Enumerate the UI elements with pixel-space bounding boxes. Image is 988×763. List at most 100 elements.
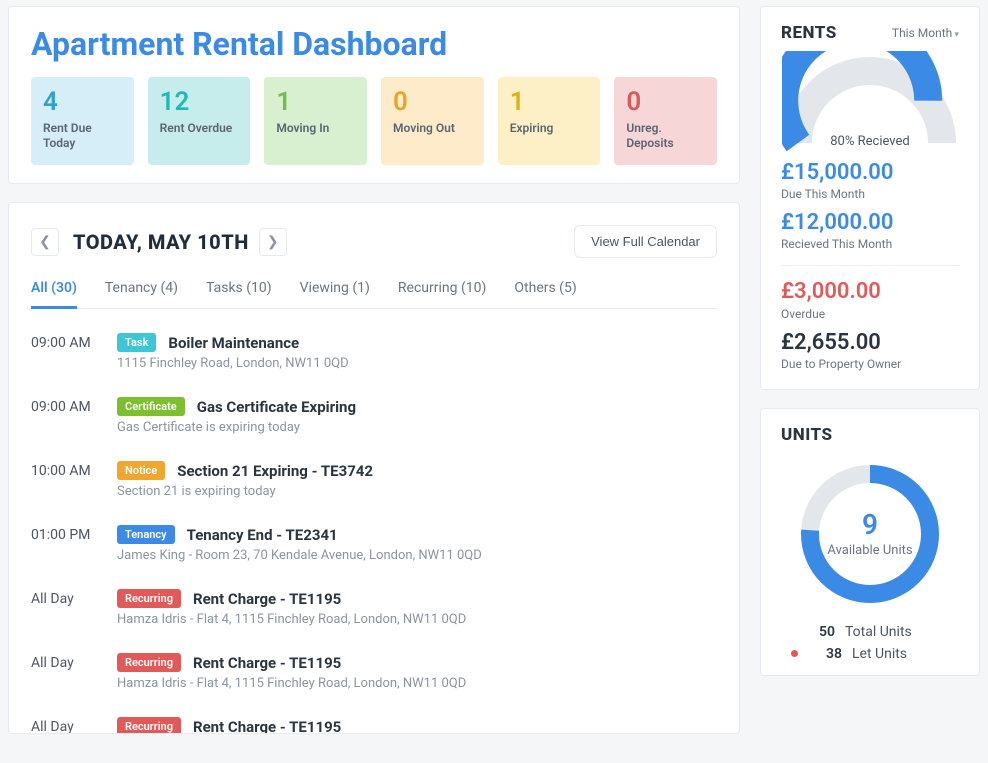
rents-metric-value: £3,000.00 — [781, 280, 959, 304]
event-subtitle: Gas Certificate is expiring today — [117, 420, 709, 435]
event-subtitle: Section 21 is expiring today — [117, 484, 709, 499]
rents-gauge: 80% Recieved — [782, 51, 958, 151]
units-stat-row: 50 Total Units — [781, 621, 959, 643]
calendar-date-title: TODAY, MAY 10TH — [73, 230, 249, 254]
calendar-tab[interactable]: All (30) — [31, 270, 77, 309]
rents-title: RENTS — [781, 23, 837, 43]
event-title: Section 21 Expiring - TE3742 — [177, 462, 373, 480]
calendar-tab[interactable]: Viewing (1) — [300, 270, 370, 309]
calendar-event[interactable]: 09:00 AMTask Boiler Maintenance 1115 Finch… — [31, 323, 709, 387]
event-time: 10:00 AM — [31, 461, 117, 499]
event-time: 09:00 AM — [31, 333, 117, 371]
rents-metric-label: Due to Property Owner — [781, 357, 959, 371]
rents-gauge-label: 80% Recieved — [782, 134, 958, 149]
prev-day-button[interactable]: ❮ — [31, 228, 59, 256]
stat-value: 1 — [510, 89, 589, 115]
stat-box[interactable]: 1 Moving In — [264, 77, 367, 165]
rents-panel: RENTS This Month 80% Recieved £15,000.00… — [760, 6, 980, 390]
calendar-tab[interactable]: Tasks (10) — [206, 270, 272, 309]
stat-value: 4 — [43, 89, 122, 115]
units-stat-label: Let Units — [852, 646, 907, 662]
rents-metric-label: Recieved This Month — [781, 237, 959, 251]
stat-box[interactable]: 12 Rent Overdue — [148, 77, 251, 165]
stat-value: 12 — [160, 89, 239, 115]
stat-label: Rent Due Today — [43, 121, 122, 151]
rents-metric: £3,000.00 Overdue — [781, 280, 959, 320]
units-stat-value: 50 — [807, 624, 835, 640]
event-subtitle: 1115 Finchley Road, London, NW11 0QD — [117, 356, 709, 371]
calendar-event[interactable]: All DayRecurringRent Charge - TE1195Hamz… — [31, 579, 709, 643]
calendar-tab[interactable]: Tenancy (4) — [105, 270, 178, 309]
calendar-events-list[interactable]: 09:00 AMTaskBoiler Maintenance1115 Finch… — [31, 323, 717, 733]
event-subtitle: Hamza Idris - Flat 4, 1115 Finchley Road… — [117, 612, 709, 627]
rents-period-select[interactable]: This Month — [892, 26, 959, 40]
calendar-tabs: All (30) Tenancy (4) Tasks (10) Viewing (1)… — [31, 270, 717, 309]
rents-metric-value: £12,000.00 — [781, 211, 959, 235]
event-title: Rent Charge - TE1195 — [193, 718, 341, 734]
calendar-event[interactable]: 09:00 AMCertificate Gas Certificate Expir… — [31, 387, 709, 451]
units-available-count: 9 — [862, 508, 878, 541]
event-time: All Day — [31, 653, 117, 691]
event-badge: Recurring — [117, 653, 181, 672]
stat-label: Moving In — [276, 121, 355, 136]
event-time: 01:00 PM — [31, 525, 117, 563]
event-time: All Day — [31, 589, 117, 627]
stat-box[interactable]: 1 Expiring — [498, 77, 601, 165]
stat-label: Rent Overdue — [160, 121, 239, 136]
stat-box[interactable]: 0 Moving Out — [381, 77, 484, 165]
stat-row: 4 Rent Due Today 12 Rent Overdue 1 Moving In 0… — [31, 77, 717, 165]
event-time: All Day — [31, 717, 117, 733]
event-title: Boiler Maintenance — [168, 334, 299, 352]
units-stat-value: 38 — [814, 646, 842, 662]
event-time: 09:00 AM — [31, 397, 117, 435]
stat-value: 0 — [626, 89, 705, 115]
calendar-event[interactable]: All DayRecurring Rent Charge - TE1195 Hamz… — [31, 643, 709, 707]
event-subtitle: James King - Room 23, 70 Kendale Avenue,… — [117, 548, 709, 563]
event-badge: Recurring — [117, 717, 181, 733]
stat-label: Expiring — [510, 121, 589, 136]
legend-dot-icon — [791, 650, 798, 657]
units-title: UNITS — [781, 425, 833, 445]
divider — [781, 265, 959, 266]
units-stat-row: 38 Let Units — [781, 643, 959, 665]
units-available-label: Available Units — [827, 543, 912, 559]
rents-metric: £12,000.00 Recieved This Month — [781, 211, 959, 251]
chevron-left-icon: ❮ — [39, 234, 51, 250]
rents-metric-value: £2,655.00 — [781, 331, 959, 355]
view-full-calendar-button[interactable]: View Full Calendar — [574, 225, 717, 258]
calendar-card: ❮ TODAY, MAY 10TH ❯ View Full Calendar A… — [8, 202, 740, 734]
event-badge: Recurring — [117, 589, 181, 608]
event-subtitle: Hamza Idris - Flat 4, 1115 Finchley Road… — [117, 676, 709, 691]
calendar-tab[interactable]: Recurring (10) — [398, 270, 486, 309]
calendar-event[interactable]: All DayRecurring Rent Charge - TE1195 — [31, 707, 709, 733]
stat-box[interactable]: 4 Rent Due Today — [31, 77, 134, 165]
calendar-event[interactable]: 01:00 PMTenancy Tenancy End - TE2341 James… — [31, 515, 709, 579]
rents-metric-label: Due This Month — [781, 187, 959, 201]
event-badge: Certificate — [117, 397, 185, 416]
chevron-right-icon: ❯ — [267, 234, 279, 250]
units-donut: 9 Available Units — [795, 459, 945, 609]
event-title: Gas Certificate Expiring — [197, 398, 356, 416]
stat-value: 1 — [276, 89, 355, 115]
rents-metric: £2,655.00 Due to Property Owner — [781, 331, 959, 371]
page-title: Apartment Rental Dashboard — [31, 25, 717, 63]
rents-metric-label: Overdue — [781, 307, 959, 321]
units-stat-label: Total Units — [845, 624, 912, 640]
next-day-button[interactable]: ❯ — [259, 228, 287, 256]
stat-label: Moving Out — [393, 121, 472, 136]
event-title: Rent Charge - TE1195 — [193, 654, 341, 672]
stat-value: 0 — [393, 89, 472, 115]
event-badge: Task — [117, 333, 156, 352]
units-panel: UNITS 9 Available Units 50 Total Units38 L… — [760, 408, 980, 676]
event-badge: Tenancy — [117, 525, 175, 544]
calendar-header: ❮ TODAY, MAY 10TH ❯ View Full Calendar — [31, 225, 717, 258]
rents-metric: £15,000.00 Due This Month — [781, 161, 959, 201]
stat-label: Unreg. Deposits — [626, 121, 705, 151]
stat-box[interactable]: 0 Unreg. Deposits — [614, 77, 717, 165]
event-badge: Notice — [117, 461, 165, 480]
rents-metric-value: £15,000.00 — [781, 161, 959, 185]
calendar-event[interactable]: 10:00 AMNotice Section 21 Expiring - TE37… — [31, 451, 709, 515]
calendar-tab[interactable]: Others (5) — [514, 270, 576, 309]
header-card: Apartment Rental Dashboard 4 Rent Due Tod… — [8, 6, 740, 184]
event-title: Tenancy End - TE2341 — [187, 526, 338, 544]
